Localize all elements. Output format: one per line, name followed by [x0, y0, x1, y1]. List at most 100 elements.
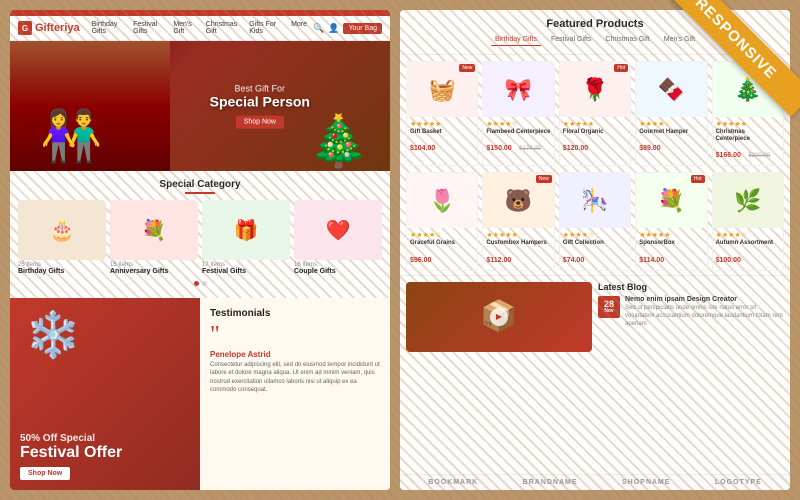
hero-shop-button[interactable]: Shop Now: [236, 115, 284, 128]
category-card-couple[interactable]: ❤️ 16 Items Couple Gifts: [294, 200, 382, 277]
user-icon[interactable]: 👤: [328, 23, 339, 34]
play-button[interactable]: ▶: [490, 308, 508, 326]
product-rating-0: ★★★★★: [410, 120, 474, 128]
category-grid: 🎂 25 Items Birthday Gifts 💐 15 Items Ann…: [18, 200, 382, 277]
tab-festival-gifts[interactable]: Festival Gifts: [547, 34, 595, 46]
product-rating-2: ★★★★★: [563, 120, 627, 128]
logo-icon: G: [18, 21, 32, 35]
product-badge-2: Hot: [614, 64, 628, 72]
logo[interactable]: G Gifteriya: [18, 21, 80, 35]
cat-name-couple: Couple Gifts: [294, 268, 382, 275]
special-category-section: Special Category 🎂 25 Items Birthday Gif…: [10, 171, 390, 298]
testimonials-title: Testimonials: [210, 308, 380, 319]
product-image-1: 🎀: [483, 62, 553, 117]
category-info-anniversary: 15 Items Anniversary Gifts: [110, 260, 198, 277]
festival-shop-button[interactable]: Shop Now: [20, 467, 70, 480]
search-icon[interactable]: 🔍: [313, 23, 324, 34]
blog-section: 📦 ▶ Latest Blog 28 Nov Nemo enim ipsam D…: [400, 275, 790, 474]
category-image-birthday: 🎂: [18, 200, 106, 260]
blog-section-title: Latest Blog: [598, 282, 784, 292]
bottom-section: ❄️ 50% Off Special Festival Offer Shop N…: [10, 298, 390, 490]
snowflake-decoration: ❄️: [25, 308, 81, 361]
special-category-title: Special Category: [18, 179, 382, 190]
carousel-dots: [18, 281, 382, 286]
product-info-r2-2: ★★★★☆ Gift Collection $74.00: [560, 228, 630, 269]
blog-date-0: 28 Nov: [598, 296, 620, 318]
dot-2[interactable]: [202, 281, 207, 286]
product-card-2[interactable]: 🌹 Hot ★★★★★ Floral Organic $120.00: [559, 61, 631, 166]
product-image-r2-2: 🎠: [560, 173, 630, 228]
product-name-r2-4: Autumn Assortment: [716, 240, 780, 247]
product-info-2: ★★★★★ Floral Organic $120.00: [560, 117, 630, 158]
nav-more[interactable]: More: [291, 21, 307, 35]
blog-month-0: Nov: [604, 309, 613, 314]
nav-items: Birthday Gifts Festival Gifts Men's Gift…: [92, 21, 307, 35]
product-price-2: $120.00: [563, 145, 588, 152]
nav-birthday[interactable]: Birthday Gifts: [92, 21, 128, 35]
nav-christmas[interactable]: Christmas Gift: [206, 21, 243, 35]
product-card-1[interactable]: 🎀 ★★★★☆ Flambeed Centerpiece $150.00 $17…: [482, 61, 554, 166]
product-name-r2-3: SponsorBox: [639, 240, 703, 247]
category-card-anniversary[interactable]: 💐 15 Items Anniversary Gifts: [110, 200, 198, 277]
brand-1: BRANDNAME: [523, 479, 578, 486]
hero-tree-decoration: 🎄: [308, 112, 370, 171]
brand-0: BOOKMARK: [428, 479, 478, 486]
hero-banner: 🎄 Best Gift For Special Person Shop Now: [10, 41, 390, 171]
festival-title: Festival Offer: [20, 444, 190, 462]
product-card-0[interactable]: 🧺 New ★★★★★ Gift Basket $104.00: [406, 61, 478, 166]
product-price-r2-4: $100.00: [716, 257, 741, 264]
nav-kids[interactable]: Gifts For Kids: [249, 21, 285, 35]
product-name-1: Flambeed Centerpiece: [486, 129, 550, 136]
product-rating-r2-1: ★★★★★: [486, 231, 550, 239]
product-info-0: ★★★★★ Gift Basket $104.00: [407, 117, 477, 158]
nav-festival[interactable]: Festival Gifts: [133, 21, 167, 35]
responsive-banner: RESPONSIVE: [670, 0, 800, 130]
main-wrapper: RESPONSIVE G Gifteriya Birthday Gifts Fe…: [0, 0, 800, 500]
category-info-festival: 17 Items Festival Gifts: [202, 260, 290, 277]
product-price-4: $166.00: [716, 152, 741, 159]
product-card-r2-2[interactable]: 🎠 ★★★★☆ Gift Collection $74.00: [559, 172, 631, 270]
nav-icons: 🔍 👤 Your Bag: [313, 23, 382, 34]
quote-mark: ": [210, 323, 380, 347]
dot-1[interactable]: [194, 281, 199, 286]
product-rating-r2-4: ★★★★☆: [716, 231, 780, 239]
blog-content: Latest Blog 28 Nov Nemo enim ipsam Desig…: [598, 282, 784, 468]
navigation-bar: G Gifteriya Birthday Gifts Festival Gift…: [10, 16, 390, 41]
hero-text-block: Best Gift For Special Person Shop Now: [210, 84, 310, 129]
category-image-festival: 🎁: [202, 200, 290, 260]
product-name-2: Floral Organic: [563, 129, 627, 136]
category-card-birthday[interactable]: 🎂 25 Items Birthday Gifts: [18, 200, 106, 277]
product-name-3: Gourmet Hamper: [639, 129, 703, 136]
cat-name-birthday: Birthday Gifts: [18, 268, 106, 275]
product-price-0: $104.00: [410, 145, 435, 152]
product-card-r2-3[interactable]: 💐 Hot ★★★★★ SponsorBox $114.00: [635, 172, 707, 270]
cart-button[interactable]: Your Bag: [343, 23, 382, 34]
testimonials-block: Testimonials " Penelope Astrid Consectet…: [200, 298, 390, 490]
product-rating-r2-0: ★★★★☆: [410, 231, 474, 239]
product-price-3: $89.00: [639, 145, 660, 152]
product-old-price-4: $200.00: [748, 153, 770, 159]
product-info-1: ★★★★☆ Flambeed Centerpiece $150.00 $179.…: [483, 117, 553, 158]
blog-featured-image: 📦 ▶: [406, 282, 592, 352]
title-underline: [185, 192, 215, 194]
category-card-festival[interactable]: 🎁 17 Items Festival Gifts: [202, 200, 290, 277]
tab-birthday-gifts[interactable]: Birthday Gifts: [491, 34, 541, 46]
tab-christmas-gift[interactable]: Christmas Gift: [601, 34, 653, 46]
product-name-r2-1: Custombox Hampers: [486, 240, 550, 247]
nav-mens[interactable]: Men's Gift: [173, 21, 199, 35]
left-panel: G Gifteriya Birthday Gifts Festival Gift…: [10, 10, 390, 490]
product-price-1: $150.00: [486, 145, 511, 152]
logo-text: Gifteriya: [35, 22, 80, 34]
product-info-r2-3: ★★★★★ SponsorBox $114.00: [636, 228, 706, 269]
product-info-r2-0: ★★★★☆ Graceful Grains $96.00: [407, 228, 477, 269]
blog-text-0: Nemo enim ipsam Design Creator Sed ut pe…: [625, 296, 784, 329]
product-card-r2-1[interactable]: 🐻 New ★★★★★ Custombox Hampers $112.00: [482, 172, 554, 270]
product-card-r2-4[interactable]: 🌿 ★★★★☆ Autumn Assortment $100.00: [712, 172, 784, 270]
blog-item-desc-0: Sed ut perspiciatis unde omnis iste natu…: [625, 305, 784, 328]
festival-percent: 50% Off Special: [20, 433, 190, 444]
product-price-r2-1: $112.00: [486, 257, 511, 264]
festival-text: 50% Off Special Festival Offer Shop Now: [20, 433, 190, 480]
product-card-r2-0[interactable]: 🌷 ★★★★☆ Graceful Grains $96.00: [406, 172, 478, 270]
blog-item-0: 28 Nov Nemo enim ipsam Design Creator Se…: [598, 296, 784, 329]
product-info-r2-1: ★★★★★ Custombox Hampers $112.00: [483, 228, 553, 269]
